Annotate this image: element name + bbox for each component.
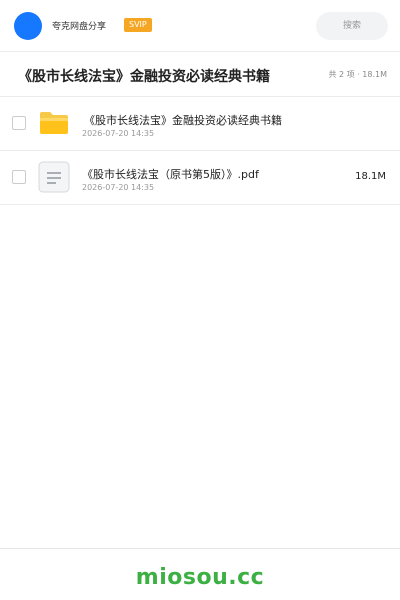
top-bar: 夸克网盘分享 SVIP 搜索 (0, 0, 400, 52)
svip-badge: SVIP (124, 18, 152, 32)
share-owner-name: 夸克网盘分享 (52, 22, 107, 32)
avatar[interactable] (14, 12, 42, 40)
file-date: 2026-07-20 14:35 (82, 183, 155, 192)
select-checkbox[interactable] (12, 116, 26, 130)
footer-bar: miosou.cc (0, 548, 400, 600)
file-size: 18.1M (355, 171, 386, 182)
select-checkbox[interactable] (12, 170, 26, 184)
list-item[interactable]: 《股市长线法宝》金融投资必读经典书籍 2026-07-20 14:35 (0, 97, 400, 151)
folder-summary: 共 2 项 · 18.1M (328, 70, 387, 79)
page-title: 《股市长线法宝》金融投资必读经典书籍 (18, 69, 270, 85)
file-date: 2026-07-20 14:35 (82, 129, 155, 138)
document-icon (38, 161, 70, 193)
list-item[interactable]: 《股市长线法宝（原书第5版）》.pdf 2026-07-20 14:35 18.… (0, 151, 400, 205)
search-input[interactable]: 搜索 (316, 12, 388, 40)
footer-brand[interactable]: miosou.cc (0, 565, 400, 590)
file-name[interactable]: 《股市长线法宝（原书第5版）》.pdf (82, 166, 259, 182)
file-name[interactable]: 《股市长线法宝》金融投资必读经典书籍 (84, 112, 282, 128)
folder-icon (40, 112, 68, 134)
folder-header: 《股市长线法宝》金融投资必读经典书籍 共 2 项 · 18.1M (0, 52, 400, 97)
